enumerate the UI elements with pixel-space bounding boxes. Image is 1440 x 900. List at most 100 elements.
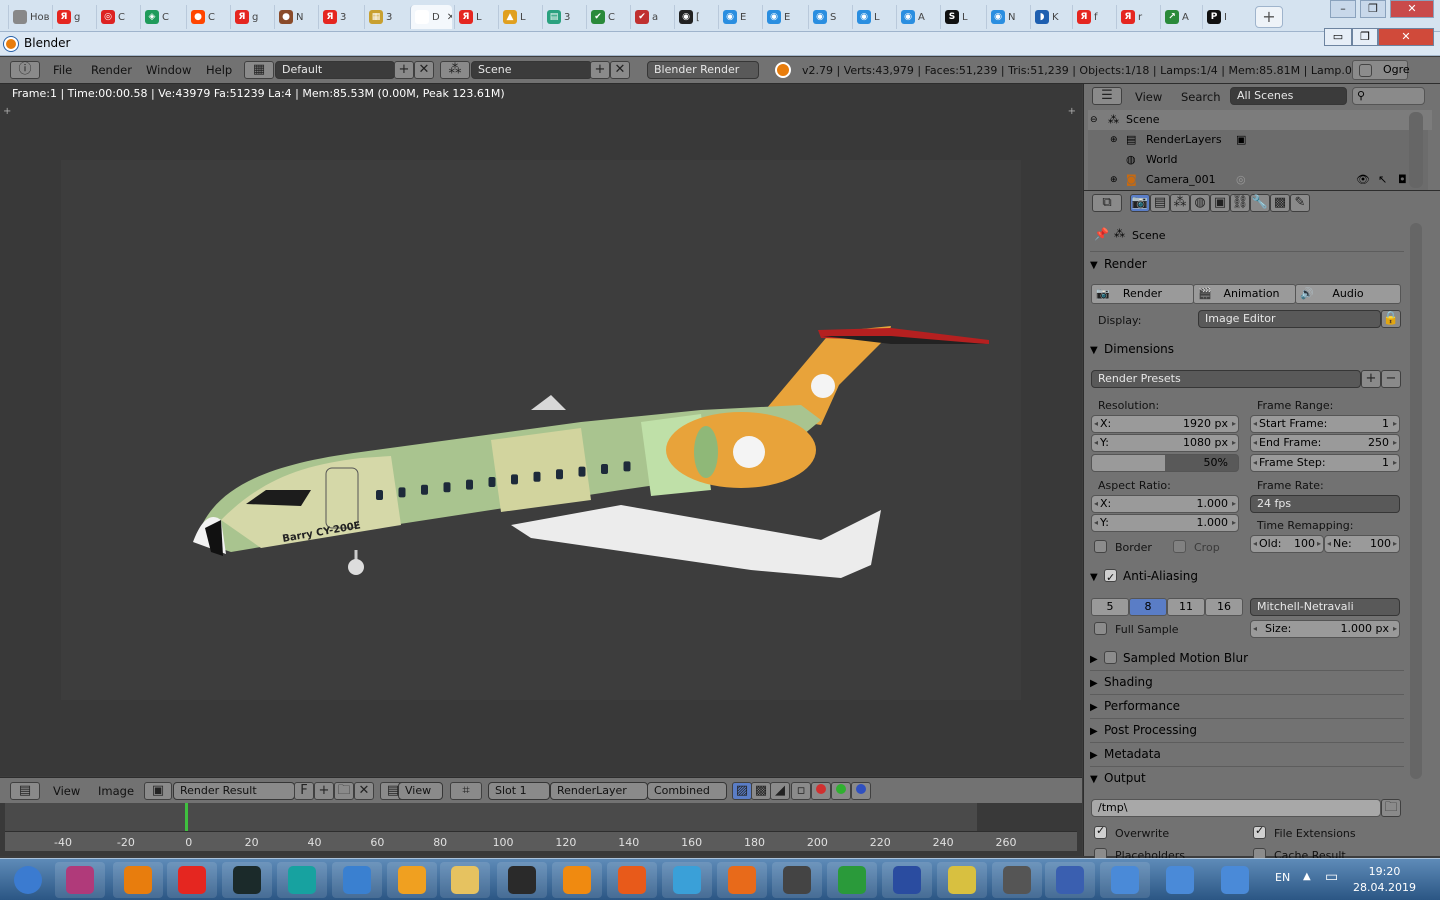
window-minimize-button[interactable]: ▭ — [1324, 28, 1352, 46]
outliner-row-renderlayers[interactable]: ⊕ ▤ RenderLayers ▣ — [1088, 130, 1432, 150]
aspect-x-field[interactable]: ◂ X: 1.000 ▸ — [1091, 495, 1239, 513]
browser-tab[interactable]: D✕ — [410, 5, 452, 29]
notepad-icon[interactable] — [1100, 862, 1150, 898]
draw-color-only-icon[interactable]: ▫ — [791, 782, 811, 800]
draw-zbuffer-icon[interactable]: ◢ — [770, 782, 790, 800]
editor-type-properties-icon[interactable]: ⧉ — [1092, 194, 1122, 212]
scene-dropdown[interactable]: Scene — [471, 61, 592, 79]
paint-icon[interactable] — [937, 862, 987, 898]
new-tab-button[interactable]: + — [1255, 6, 1283, 28]
browser-tab[interactable]: ◉ A — [896, 5, 938, 29]
render-layer-dropdown[interactable]: RenderLayer — [550, 782, 648, 800]
full-sample-checkbox[interactable] — [1094, 622, 1107, 635]
pivot-icon[interactable]: ⌗ — [450, 782, 482, 800]
outliner-scrollbar[interactable] — [1409, 112, 1423, 188]
browser-tab[interactable]: ◉ L — [852, 5, 894, 29]
output-path-input[interactable]: /tmp\ — [1091, 799, 1381, 817]
aa-sample-8-button[interactable]: 8 — [1129, 598, 1167, 616]
aa-sample-16-button[interactable]: 16 — [1205, 598, 1243, 616]
slot-dropdown[interactable]: Slot 1 — [488, 782, 550, 800]
control-panel-icon[interactable] — [1155, 862, 1205, 898]
timeline[interactable]: -40 -20 0 20 40 60 80 100 120 140 160 180 200 220 240 2… — [0, 803, 1082, 856]
resolution-x-field[interactable]: ◂ X: 1920 px ▸ — [1091, 415, 1239, 433]
image-browse-icon[interactable]: ▣ — [144, 782, 172, 800]
add-preset-button[interactable]: + — [1361, 370, 1381, 388]
expand-icon[interactable]: ⊕ — [1110, 130, 1118, 150]
browser-tab[interactable]: PI — [1202, 5, 1244, 29]
dolphin-icon[interactable] — [662, 862, 712, 898]
browser-tab[interactable]: ▦ 3 — [364, 5, 406, 29]
sublime-icon[interactable] — [552, 862, 602, 898]
folder-icon[interactable] — [440, 862, 490, 898]
browser-tab[interactable]: ◉ N — [986, 5, 1028, 29]
remove-layout-button[interactable]: ✕ — [414, 61, 434, 79]
panel-metadata-header[interactable]: ▶ Metadata — [1090, 743, 1404, 765]
firefox-icon[interactable] — [717, 862, 767, 898]
outliner-menu-view[interactable]: View — [1135, 90, 1162, 104]
image-name-field[interactable]: Render Result — [173, 782, 295, 800]
tab-texture-icon[interactable]: ▩ — [1270, 194, 1290, 212]
browser-tab[interactable]: ◈ C — [140, 5, 182, 29]
tray-expand-icon[interactable]: ▲ — [1303, 871, 1311, 882]
resolution-y-field[interactable]: ◂ Y: 1080 px ▸ — [1091, 434, 1239, 452]
network-icon[interactable]: ▭ — [1325, 869, 1338, 885]
panel-anti-aliasing-header[interactable]: ▼ Anti-Aliasing — [1090, 565, 1404, 589]
corner-plus-left-icon[interactable]: + — [3, 106, 11, 117]
browser-tab[interactable]: ◉[ — [674, 5, 716, 29]
browser-tab[interactable]: Яg — [52, 5, 94, 29]
time-remap-old-field[interactable]: ◂ Old: 100 ▸ — [1250, 535, 1324, 553]
w-icon[interactable] — [772, 862, 822, 898]
speedometer-icon[interactable] — [222, 862, 272, 898]
channel-blue-icon[interactable] — [851, 782, 871, 800]
channel-green-icon[interactable] — [831, 782, 851, 800]
end-frame-field[interactable]: ◂ End Frame: 250 ▸ — [1250, 434, 1400, 452]
browser-tab[interactable]: ◎ C — [96, 5, 138, 29]
start-button[interactable] — [3, 862, 53, 898]
tab-renderlayers-icon[interactable]: ▤ — [1150, 194, 1170, 212]
render-presets-dropdown[interactable]: Render Presets — [1091, 370, 1361, 388]
outliner-row-world[interactable]: ◍ World — [1088, 150, 1432, 170]
screen-layout-dropdown[interactable]: Default — [275, 61, 395, 79]
aspect-y-field[interactable]: ◂ Y: 1.000 ▸ — [1091, 514, 1239, 532]
ogre-checkbox[interactable] — [1359, 64, 1372, 77]
animation-button[interactable]: 🎬 Animation — [1193, 284, 1296, 304]
panel-post-processing-header[interactable]: ▶ Post Processing — [1090, 719, 1404, 741]
channel-red-icon[interactable] — [811, 782, 831, 800]
browser-tab[interactable]: ▤ 3 — [542, 5, 584, 29]
ie-menu-view[interactable]: View — [53, 784, 80, 798]
time-remap-new-field[interactable]: ◂ Ne: 100 ▸ — [1324, 535, 1400, 553]
browser-tab[interactable]: Яr — [1116, 5, 1158, 29]
open-image-button[interactable]: 🗀 — [334, 782, 354, 800]
unlink-image-button[interactable]: ✕ — [354, 782, 374, 800]
resolution-percentage-slider[interactable]: 50% — [1091, 454, 1239, 472]
aa-filter-dropdown[interactable]: Mitchell-Netravali — [1250, 598, 1400, 616]
aa-sample-5-button[interactable]: 5 — [1091, 598, 1129, 616]
tab-world-icon[interactable]: ◍ — [1190, 194, 1210, 212]
editor-type-outliner-icon[interactable]: ☰ — [1092, 87, 1122, 105]
panel-output-header[interactable]: ▼ Output — [1090, 767, 1404, 789]
menu-window[interactable]: Window — [146, 63, 191, 77]
browser-tab[interactable]: ✔ a — [630, 5, 672, 29]
start-frame-field[interactable]: ◂ Start Frame: 1 ▸ — [1250, 415, 1400, 433]
tab-constraints-icon[interactable]: ⛓ — [1230, 194, 1250, 212]
frame-step-field[interactable]: ◂ Frame Step: 1 ▸ — [1250, 454, 1400, 472]
browser-tab[interactable]: ◗ K — [1030, 5, 1072, 29]
browser-tab[interactable]: Яf — [1072, 5, 1114, 29]
editor-type-image-icon[interactable]: ▤ — [10, 782, 40, 800]
window-close-button[interactable]: ✕ — [1378, 28, 1434, 46]
tab-scene-icon[interactable]: ⁂ — [1170, 194, 1190, 212]
render-engine-dropdown[interactable]: Blender Render — [647, 61, 759, 79]
yandex-icon[interactable] — [167, 862, 217, 898]
draw-alpha-icon[interactable]: ▩ — [751, 782, 771, 800]
editor-type-info-icon[interactable]: ⓘ — [10, 61, 40, 79]
remove-preset-button[interactable]: − — [1381, 370, 1401, 388]
display-dropdown[interactable]: Image Editor — [1198, 310, 1381, 328]
renderable-camera-icon[interactable]: ◘ — [1398, 170, 1407, 190]
outliner-display-dropdown[interactable]: All Scenes — [1230, 87, 1347, 105]
browser-tab[interactable]: ЯL — [454, 5, 496, 29]
panel-performance-header[interactable]: ▶ Performance — [1090, 695, 1404, 717]
browser-maximize-button[interactable]: ❐ — [1360, 0, 1386, 18]
image-editor-viewport[interactable]: Frame:1 | Time:00:00.58 | Ve:43979 Fa:51… — [0, 84, 1082, 776]
earth-icon[interactable] — [827, 862, 877, 898]
scene-icon[interactable]: ⁂ — [440, 61, 470, 79]
